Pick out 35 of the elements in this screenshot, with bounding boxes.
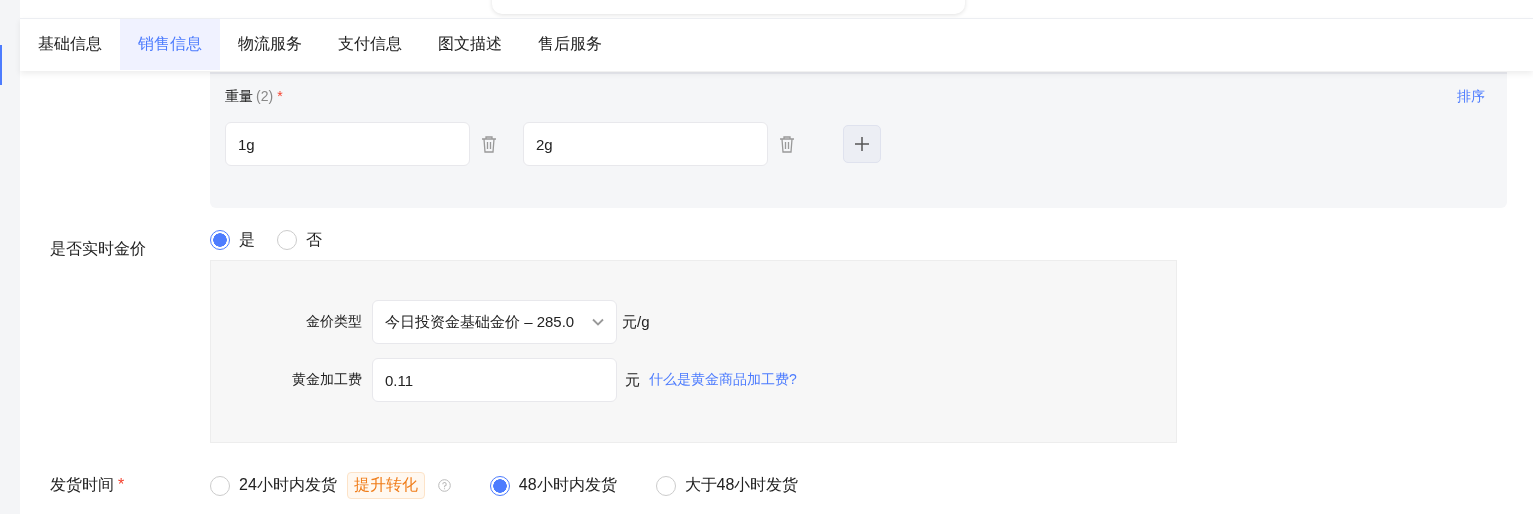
count-label: (2) [256,88,274,104]
input-field[interactable]: 1g [225,122,470,166]
plus-icon [854,136,870,152]
radio-label: 24小时内发货 [239,475,337,495]
input-field[interactable]: 0.11 [372,358,617,402]
tab[interactable]: 基础信息 [20,19,120,70]
radio-label: 是 [239,229,255,250]
radio-button[interactable] [489,475,510,496]
field-label: 重量 [225,88,253,104]
radio-button[interactable] [277,230,297,250]
field-label: 是否实时金价 [50,239,147,259]
help-icon[interactable] [437,479,451,492]
radio-button[interactable] [655,475,676,496]
field-label: 黄金加工费 [291,371,362,389]
sort-link[interactable]: 排序 [1457,88,1485,106]
trash-icon[interactable] [779,135,795,153]
required-mark: * [118,476,125,493]
radio-label: 大于48小时发货 [684,475,799,495]
active-indicator [0,45,2,85]
field-label: 金价类型 [305,313,362,331]
unit-label: 元 [625,370,640,390]
promo-tag: 提升转化 [346,472,425,499]
radio-label: 否 [306,229,322,250]
input-field[interactable]: 2g [523,122,768,166]
help-link[interactable]: 什么是黄金商品加工费? [649,371,797,389]
radio-button[interactable] [210,475,230,496]
select-field[interactable]: 今日投资金基础金价 – 285.0 [372,300,617,344]
trash-icon[interactable] [481,135,497,153]
required-mark: * [277,88,283,104]
chevron-down-icon [592,318,604,326]
add-button[interactable] [843,125,881,163]
radio-button[interactable] [210,230,230,250]
field-label: 发货时间 [50,476,114,493]
radio-label: 48小时内发货 [518,475,617,495]
unit-label: 元/g [622,312,650,332]
